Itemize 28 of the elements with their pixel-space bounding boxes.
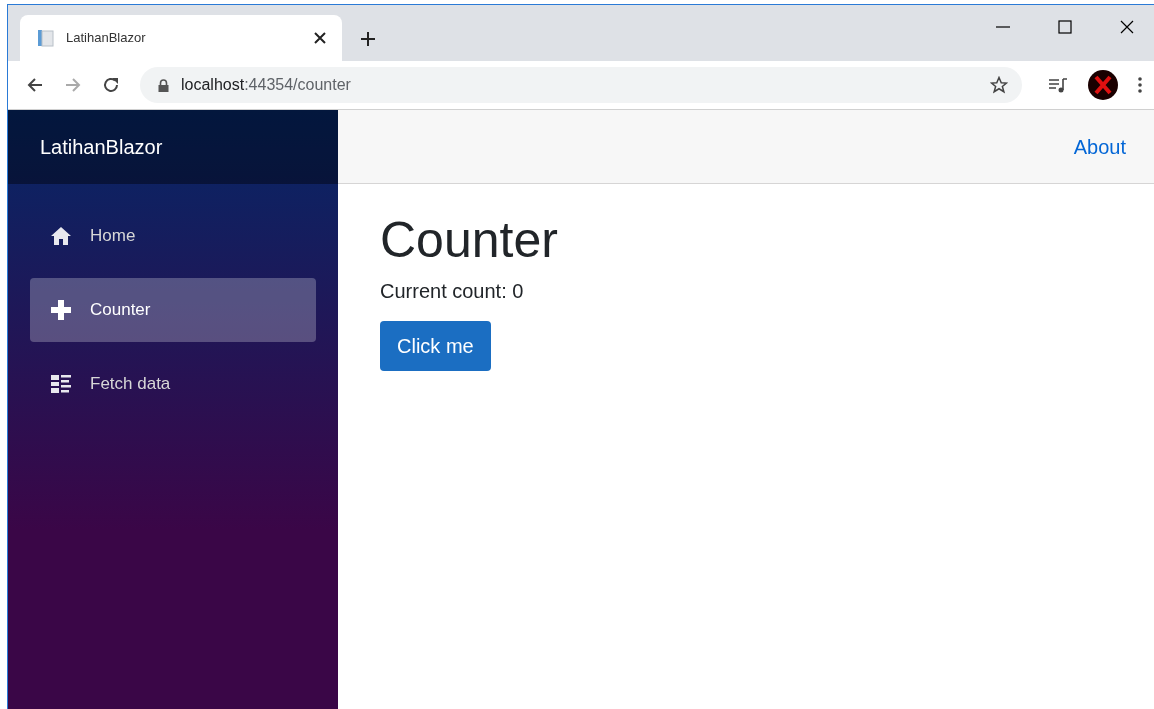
list-icon — [50, 374, 72, 394]
browser-tab[interactable]: LatihanBlazor — [20, 15, 342, 61]
url-host: localhost — [181, 76, 245, 93]
home-icon — [50, 226, 72, 246]
count-text: Current count: 0 — [380, 279, 524, 304]
avatar-icon[interactable] — [1088, 70, 1118, 100]
close-window-icon[interactable] — [1120, 20, 1134, 34]
maximize-icon[interactable] — [1058, 20, 1072, 34]
close-icon[interactable] — [314, 32, 326, 44]
plus-icon — [50, 299, 72, 321]
nav-item[interactable]: Fetch data — [30, 352, 316, 416]
nav-item[interactable]: Home — [30, 204, 316, 268]
about-link[interactable]: About — [1073, 131, 1126, 162]
tab-title: LatihanBlazor — [66, 29, 147, 48]
menu-icon[interactable] — [1138, 77, 1142, 93]
page-icon — [36, 28, 56, 48]
new-tab-icon[interactable] — [360, 31, 376, 47]
back-icon[interactable] — [26, 76, 44, 94]
nav-item[interactable]: Counter — [30, 278, 316, 342]
click-me-button[interactable]: Click me — [380, 321, 491, 371]
media-icon[interactable] — [1048, 77, 1068, 93]
lock-icon — [158, 78, 169, 92]
url-path: :44354/counter — [244, 76, 351, 93]
address-bar[interactable]: localhost:44354/counter — [140, 67, 1022, 103]
reload-icon[interactable] — [102, 76, 120, 94]
star-icon[interactable] — [990, 76, 1008, 94]
page-heading: Counter — [380, 211, 558, 270]
brand-name[interactable]: LatihanBlazor — [40, 132, 163, 162]
